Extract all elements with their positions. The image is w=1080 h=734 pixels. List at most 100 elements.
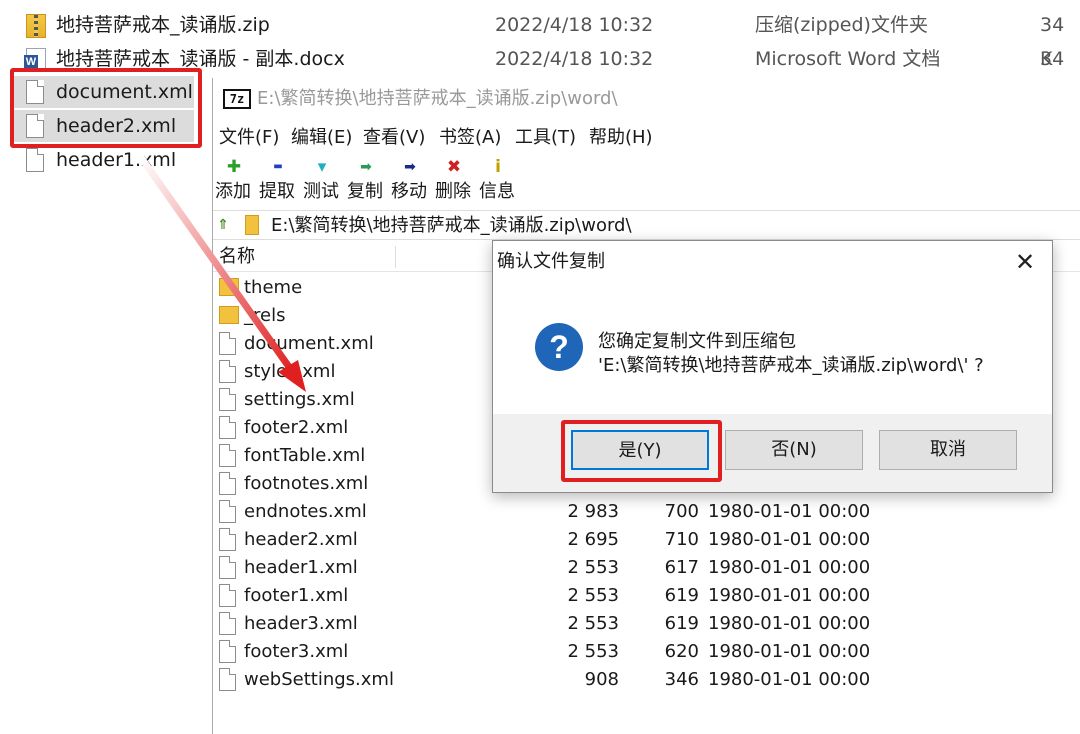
packed-size: 710 <box>664 529 699 550</box>
table-row[interactable]: header2.xml 2 695 710 1980-01-01 00:00 <box>213 526 1080 554</box>
file-size: 2 553 <box>567 613 619 634</box>
yes-button-highlight-box <box>561 420 722 482</box>
add-icon: ✚ <box>226 157 242 177</box>
file-icon <box>219 360 236 383</box>
menu-edit[interactable]: 编辑(E) <box>291 120 352 156</box>
file-name: footer3.xml <box>244 641 349 662</box>
table-row[interactable]: webSettings.xml 908 346 1980-01-01 00:00 <box>213 666 1080 694</box>
delete-icon: ✖ <box>446 157 462 177</box>
folder-icon <box>219 278 239 296</box>
modified-date: 1980-01-01 00:00 <box>708 529 871 550</box>
file-name: header2.xml <box>244 529 358 550</box>
address-bar: ⇑ E:\繁简转换\地持菩萨戒本_读诵版.zip\word\ <box>213 210 1080 240</box>
info-button[interactable]: i 信息 <box>477 156 519 206</box>
copy-icon: ➡ <box>360 159 372 175</box>
tool-label: 测试 <box>303 181 339 202</box>
toolbar: ✚ 添加 ▬ 提取 ▾ 测试 ➡ 复制 ➡ 移动 ✖ 删除 i 信息 <box>213 156 1080 206</box>
modified-date: 1980-01-01 00:00 <box>708 557 871 578</box>
up-folder-icon[interactable]: ⇑ <box>217 217 229 233</box>
file-size: 2 983 <box>567 501 619 522</box>
modified-date: 1980-01-01 00:00 <box>708 669 871 690</box>
address-input[interactable]: E:\繁简转换\地持菩萨戒本_读诵版.zip\word\ <box>271 211 632 241</box>
file-icon <box>219 388 236 411</box>
zip-folder-icon <box>26 14 46 38</box>
folder-icon <box>245 215 259 235</box>
table-row[interactable]: endnotes.xml 2 983 700 1980-01-01 00:00 <box>213 498 1080 526</box>
file-icon <box>219 416 236 439</box>
window-titlebar[interactable]: 7z E:\繁简转换\地持菩萨戒本_读诵版.zip\word\ <box>213 78 1080 120</box>
extract-icon: ▬ <box>273 161 283 172</box>
move-icon: ➡ <box>404 159 416 175</box>
packed-size: 619 <box>664 613 699 634</box>
folder-icon <box>219 306 239 324</box>
dialog-title: 确认文件复制 <box>497 251 605 272</box>
file-icon <box>26 148 44 172</box>
selection-highlight-box <box>10 68 202 148</box>
packed-size: 620 <box>664 641 699 662</box>
list-item-header1-xml[interactable]: header1.xml <box>14 144 194 176</box>
cancel-button[interactable]: 取消 <box>879 430 1017 470</box>
file-name: theme <box>244 277 303 298</box>
packed-size: 619 <box>664 585 699 606</box>
menu-view[interactable]: 查看(V) <box>363 120 425 156</box>
window-title: E:\繁简转换\地持菩萨戒本_读诵版.zip\word\ <box>257 88 618 109</box>
no-button[interactable]: 否(N) <box>725 430 863 470</box>
dialog-message: 您确定复制文件到压缩包 <box>598 331 796 352</box>
file-name: header3.xml <box>244 613 358 634</box>
dialog-message-path: 'E:\繁简转换\地持菩萨戒本_读诵版.zip\word\' ? <box>598 355 984 376</box>
file-type: 压缩(zipped)文件夹 <box>755 14 928 36</box>
move-button[interactable]: ➡ 移动 <box>389 156 431 206</box>
menu-file[interactable]: 文件(F) <box>219 120 279 156</box>
7zip-logo-icon: 7z <box>223 89 251 109</box>
add-button[interactable]: ✚ 添加 <box>213 156 255 206</box>
file-name: webSettings.xml <box>244 669 394 690</box>
packed-size: 617 <box>664 557 699 578</box>
file-name: footer1.xml <box>244 585 349 606</box>
file-icon <box>219 528 236 551</box>
tool-label: 提取 <box>259 181 295 202</box>
tool-label: 信息 <box>479 181 515 202</box>
modified-date: 1980-01-01 00:00 <box>708 613 871 634</box>
table-row[interactable]: header1.xml 2 553 617 1980-01-01 00:00 <box>213 554 1080 582</box>
packed-size: 346 <box>664 669 699 690</box>
delete-button[interactable]: ✖ 删除 <box>433 156 475 206</box>
file-name: styles.xml <box>244 361 336 382</box>
file-name: endnotes.xml <box>244 501 367 522</box>
file-name: header1.xml <box>56 149 177 171</box>
explorer-row-zip[interactable]: 地持菩萨戒本_读诵版.zip 2022/4/18 10:32 压缩(zipped… <box>0 8 1080 70</box>
file-name: footnotes.xml <box>244 473 369 494</box>
menu-tools[interactable]: 工具(T) <box>515 120 576 156</box>
file-size: 2 553 <box>567 641 619 662</box>
column-divider[interactable] <box>395 246 396 268</box>
file-icon <box>219 332 236 355</box>
file-type: Microsoft Word 文档 <box>755 48 941 70</box>
close-icon[interactable]: ✕ <box>1010 247 1040 277</box>
file-icon <box>219 444 236 467</box>
file-icon <box>219 472 236 495</box>
menu-help[interactable]: 帮助(H) <box>589 120 653 156</box>
file-name: footer2.xml <box>244 417 349 438</box>
file-icon <box>219 584 236 607</box>
table-row[interactable]: footer3.xml 2 553 620 1980-01-01 00:00 <box>213 638 1080 666</box>
file-icon <box>219 500 236 523</box>
extract-button[interactable]: ▬ 提取 <box>257 156 299 206</box>
file-icon <box>219 556 236 579</box>
file-icon <box>219 640 236 663</box>
file-size: 2 553 <box>567 585 619 606</box>
file-size: 908 <box>584 669 619 690</box>
copy-button[interactable]: ➡ 复制 <box>345 156 387 206</box>
table-row[interactable]: header3.xml 2 553 619 1980-01-01 00:00 <box>213 610 1080 638</box>
modified-date: 1980-01-01 00:00 <box>708 501 871 522</box>
column-name-header[interactable]: 名称 <box>219 242 255 272</box>
file-name: header1.xml <box>244 557 358 578</box>
file-name: fontTable.xml <box>244 445 366 466</box>
table-row[interactable]: footer1.xml 2 553 619 1980-01-01 00:00 <box>213 582 1080 610</box>
modified-date: 1980-01-01 00:00 <box>708 585 871 606</box>
file-name: _rels <box>244 305 286 326</box>
file-date: 2022/4/18 10:32 <box>495 14 654 36</box>
tool-label: 复制 <box>347 181 383 202</box>
test-button[interactable]: ▾ 测试 <box>301 156 343 206</box>
menu-bookmarks[interactable]: 书签(A) <box>439 120 501 156</box>
file-name: 地持菩萨戒本_读诵版.zip <box>56 14 270 36</box>
question-icon: ? <box>535 323 583 371</box>
